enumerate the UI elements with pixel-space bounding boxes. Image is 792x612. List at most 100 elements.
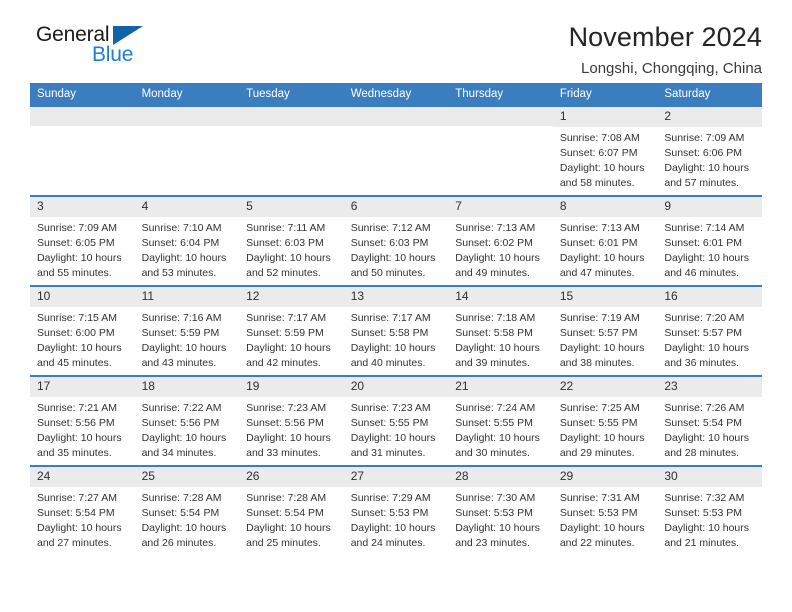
day-sun-info: Sunrise: 7:09 AM Sunset: 6:06 PM Daylight:… xyxy=(657,127,762,191)
day-sun-info: Sunrise: 7:32 AM Sunset: 5:53 PM Daylight:… xyxy=(657,487,762,551)
daylight-duration-line2: and 30 minutes. xyxy=(455,447,530,460)
sunset-time: Sunset: 5:56 PM xyxy=(246,417,324,430)
day-cell[interactable]: 3 Sunrise: 7:09 AM Sunset: 6:05 PM Daylight… xyxy=(30,195,135,286)
day-number: 4 xyxy=(134,197,240,218)
day-number: 27 xyxy=(343,467,449,488)
day-cell[interactable]: 8 Sunrise: 7:13 AM Sunset: 6:01 PM Daylight… xyxy=(552,195,658,286)
day-cell-empty xyxy=(343,105,449,196)
day-cell[interactable]: 19 Sunrise: 7:23 AM Sunset: 5:56 PM Dayligh… xyxy=(239,375,344,466)
day-number: 23 xyxy=(657,377,762,398)
column-header-thursday: Thursday xyxy=(448,83,553,106)
day-sun-info: Sunrise: 7:12 AM Sunset: 6:03 PM Daylight:… xyxy=(344,217,449,281)
column-header-sunday: Sunday xyxy=(30,83,135,106)
sunrise-time: Sunrise: 7:24 AM xyxy=(455,402,536,415)
day-cell[interactable]: 27 Sunrise: 7:29 AM Sunset: 5:53 PM Dayligh… xyxy=(343,465,449,556)
day-number: 11 xyxy=(134,287,240,308)
day-cell[interactable]: 10 Sunrise: 7:15 AM Sunset: 6:00 PM Dayligh… xyxy=(30,285,135,376)
daylight-duration-line2: and 35 minutes. xyxy=(37,447,112,460)
daylight-duration-line2: and 49 minutes. xyxy=(455,267,530,280)
daylight-duration-line1: Daylight: 10 hours xyxy=(350,522,436,535)
sunset-time: Sunset: 5:55 PM xyxy=(455,417,533,430)
day-cell[interactable]: 30 Sunrise: 7:32 AM Sunset: 5:53 PM Dayligh… xyxy=(657,465,762,556)
day-sun-info: Sunrise: 7:23 AM Sunset: 5:55 PM Daylight:… xyxy=(344,397,449,461)
sunset-time: Sunset: 5:59 PM xyxy=(141,327,220,340)
day-cell[interactable]: 9 Sunrise: 7:14 AM Sunset: 6:01 PM Daylight… xyxy=(657,195,762,286)
general-blue-logo[interactable]: General Blue xyxy=(30,22,162,74)
day-cell[interactable]: 29 Sunrise: 7:31 AM Sunset: 5:53 PM Dayligh… xyxy=(552,465,658,556)
day-sun-info: Sunrise: 7:19 AM Sunset: 5:57 PM Daylight:… xyxy=(553,307,658,371)
sunrise-time: Sunrise: 7:13 AM xyxy=(455,222,536,235)
day-cell[interactable]: 25 Sunrise: 7:28 AM Sunset: 5:54 PM Dayligh… xyxy=(134,465,240,556)
day-cell[interactable]: 14 Sunrise: 7:18 AM Sunset: 5:58 PM Dayligh… xyxy=(448,285,553,376)
day-sun-info: Sunrise: 7:08 AM Sunset: 6:07 PM Daylight:… xyxy=(553,127,658,191)
page-header: General Blue November 2024 Longshi, Chon… xyxy=(30,0,762,77)
daylight-duration-line1: Daylight: 10 hours xyxy=(37,252,122,265)
day-cell[interactable]: 13 Sunrise: 7:17 AM Sunset: 5:58 PM Dayligh… xyxy=(343,285,449,376)
day-cell[interactable]: 11 Sunrise: 7:16 AM Sunset: 5:59 PM Dayligh… xyxy=(134,285,240,376)
sunrise-time: Sunrise: 7:32 AM xyxy=(664,492,745,505)
day-cell[interactable]: 23 Sunrise: 7:26 AM Sunset: 5:54 PM Dayligh… xyxy=(657,375,762,466)
sunset-time: Sunset: 5:56 PM xyxy=(141,417,220,430)
day-number xyxy=(448,107,553,126)
daylight-duration-line2: and 27 minutes. xyxy=(37,537,112,550)
day-cell[interactable]: 26 Sunrise: 7:28 AM Sunset: 5:54 PM Dayligh… xyxy=(239,465,344,556)
day-cell[interactable]: 7 Sunrise: 7:13 AM Sunset: 6:02 PM Daylight… xyxy=(448,195,553,286)
day-cell[interactable]: 6 Sunrise: 7:12 AM Sunset: 6:03 PM Daylight… xyxy=(343,195,449,286)
day-cell[interactable]: 15 Sunrise: 7:19 AM Sunset: 5:57 PM Dayligh… xyxy=(552,285,658,376)
day-sun-info: Sunrise: 7:20 AM Sunset: 5:57 PM Daylight:… xyxy=(657,307,762,371)
daylight-duration-line1: Daylight: 10 hours xyxy=(37,342,122,355)
daylight-duration-line2: and 34 minutes. xyxy=(141,447,217,460)
daylight-duration-line1: Daylight: 10 hours xyxy=(559,522,645,535)
day-cell[interactable]: 4 Sunrise: 7:10 AM Sunset: 6:04 PM Daylight… xyxy=(134,195,240,286)
sunrise-time: Sunrise: 7:13 AM xyxy=(559,222,640,235)
day-cell[interactable]: 28 Sunrise: 7:30 AM Sunset: 5:53 PM Dayligh… xyxy=(448,465,553,556)
day-number: 17 xyxy=(30,377,135,398)
day-number: 1 xyxy=(552,107,658,128)
column-header-saturday: Saturday xyxy=(657,83,762,106)
day-number: 21 xyxy=(448,377,553,398)
day-sun-info: Sunrise: 7:13 AM Sunset: 6:01 PM Daylight:… xyxy=(553,217,658,281)
daylight-duration-line1: Daylight: 10 hours xyxy=(455,252,540,265)
day-cell[interactable]: 17 Sunrise: 7:21 AM Sunset: 5:56 PM Dayligh… xyxy=(30,375,135,466)
sunrise-time: Sunrise: 7:09 AM xyxy=(664,132,745,145)
daylight-duration-line1: Daylight: 10 hours xyxy=(664,522,750,535)
day-cell[interactable]: 20 Sunrise: 7:23 AM Sunset: 5:55 PM Dayligh… xyxy=(343,375,449,466)
day-cell[interactable]: 21 Sunrise: 7:24 AM Sunset: 5:55 PM Dayligh… xyxy=(448,375,553,466)
day-cell[interactable]: 18 Sunrise: 7:22 AM Sunset: 5:56 PM Dayligh… xyxy=(134,375,240,466)
logo-text-general: General xyxy=(36,23,110,46)
daylight-duration-line1: Daylight: 10 hours xyxy=(141,522,227,535)
day-number xyxy=(134,107,240,126)
day-number: 29 xyxy=(552,467,658,488)
daylight-duration-line1: Daylight: 10 hours xyxy=(664,162,750,175)
logo-text-blue: Blue xyxy=(92,43,134,66)
day-cell[interactable]: 22 Sunrise: 7:25 AM Sunset: 5:55 PM Dayligh… xyxy=(552,375,658,466)
daylight-duration-line1: Daylight: 10 hours xyxy=(455,342,540,355)
sunrise-time: Sunrise: 7:14 AM xyxy=(664,222,745,235)
day-sun-info: Sunrise: 7:31 AM Sunset: 5:53 PM Daylight:… xyxy=(553,487,658,551)
sunset-time: Sunset: 6:05 PM xyxy=(37,237,115,250)
day-cell[interactable]: 24 Sunrise: 7:27 AM Sunset: 5:54 PM Dayligh… xyxy=(30,465,135,556)
day-cell[interactable]: 16 Sunrise: 7:20 AM Sunset: 5:57 PM Dayligh… xyxy=(657,285,762,376)
sunset-time: Sunset: 6:03 PM xyxy=(246,237,324,250)
daylight-duration-line1: Daylight: 10 hours xyxy=(559,342,645,355)
daylight-duration-line1: Daylight: 10 hours xyxy=(350,342,436,355)
daylight-duration-line1: Daylight: 10 hours xyxy=(350,252,436,265)
day-cell[interactable]: 12 Sunrise: 7:17 AM Sunset: 5:59 PM Dayligh… xyxy=(239,285,344,376)
sunset-time: Sunset: 6:01 PM xyxy=(664,237,743,250)
day-number: 12 xyxy=(239,287,344,308)
day-number: 30 xyxy=(657,467,762,488)
daylight-duration-line1: Daylight: 10 hours xyxy=(559,432,645,445)
title-block: November 2024 Longshi, Chongqing, China xyxy=(569,22,762,77)
day-number: 14 xyxy=(448,287,553,308)
day-number: 18 xyxy=(134,377,240,398)
sunset-time: Sunset: 5:54 PM xyxy=(141,507,220,520)
day-number: 3 xyxy=(30,197,135,218)
daylight-duration-line2: and 52 minutes. xyxy=(246,267,321,280)
day-number: 9 xyxy=(657,197,762,218)
daylight-duration-line1: Daylight: 10 hours xyxy=(246,252,331,265)
daylight-duration-line2: and 33 minutes. xyxy=(246,447,321,460)
day-cell[interactable]: 1 Sunrise: 7:08 AM Sunset: 6:07 PM Daylight… xyxy=(552,105,658,196)
day-number: 20 xyxy=(343,377,449,398)
day-cell[interactable]: 2 Sunrise: 7:09 AM Sunset: 6:06 PM Daylight… xyxy=(657,105,762,196)
day-cell[interactable]: 5 Sunrise: 7:11 AM Sunset: 6:03 PM Daylight… xyxy=(239,195,344,286)
